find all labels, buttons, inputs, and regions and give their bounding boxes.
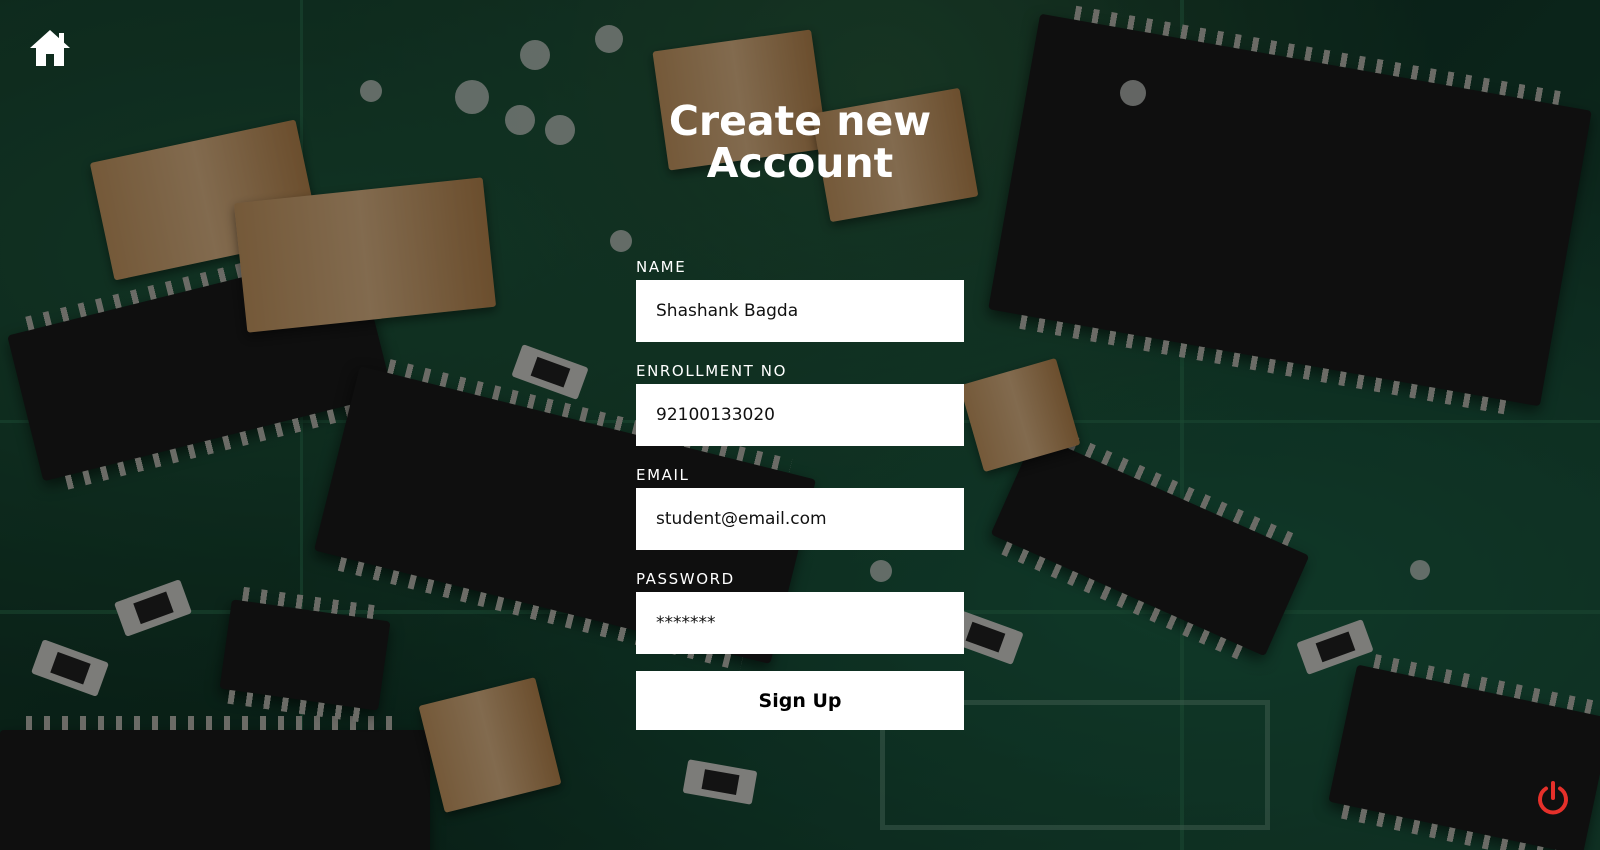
enrollment-label: ENROLLMENT NO — [636, 362, 788, 380]
power-icon[interactable] — [1534, 780, 1572, 818]
page-title-line-1: Create new — [668, 97, 932, 145]
password-label: PASSWORD — [636, 570, 735, 588]
name-label: NAME — [636, 258, 687, 276]
page-title-line-2: Account — [706, 139, 894, 187]
home-icon[interactable] — [28, 26, 72, 70]
signup-form: NAME ENROLLMENT NO EMAIL PASSWORD Sign U… — [636, 255, 964, 730]
email-field[interactable] — [636, 488, 964, 550]
sign-up-button[interactable]: Sign Up — [636, 671, 964, 730]
enrollment-field[interactable] — [636, 384, 964, 446]
name-field[interactable] — [636, 280, 964, 342]
page-title: Create new Account — [0, 100, 1600, 184]
email-label: EMAIL — [636, 466, 690, 484]
password-field[interactable] — [636, 592, 964, 654]
